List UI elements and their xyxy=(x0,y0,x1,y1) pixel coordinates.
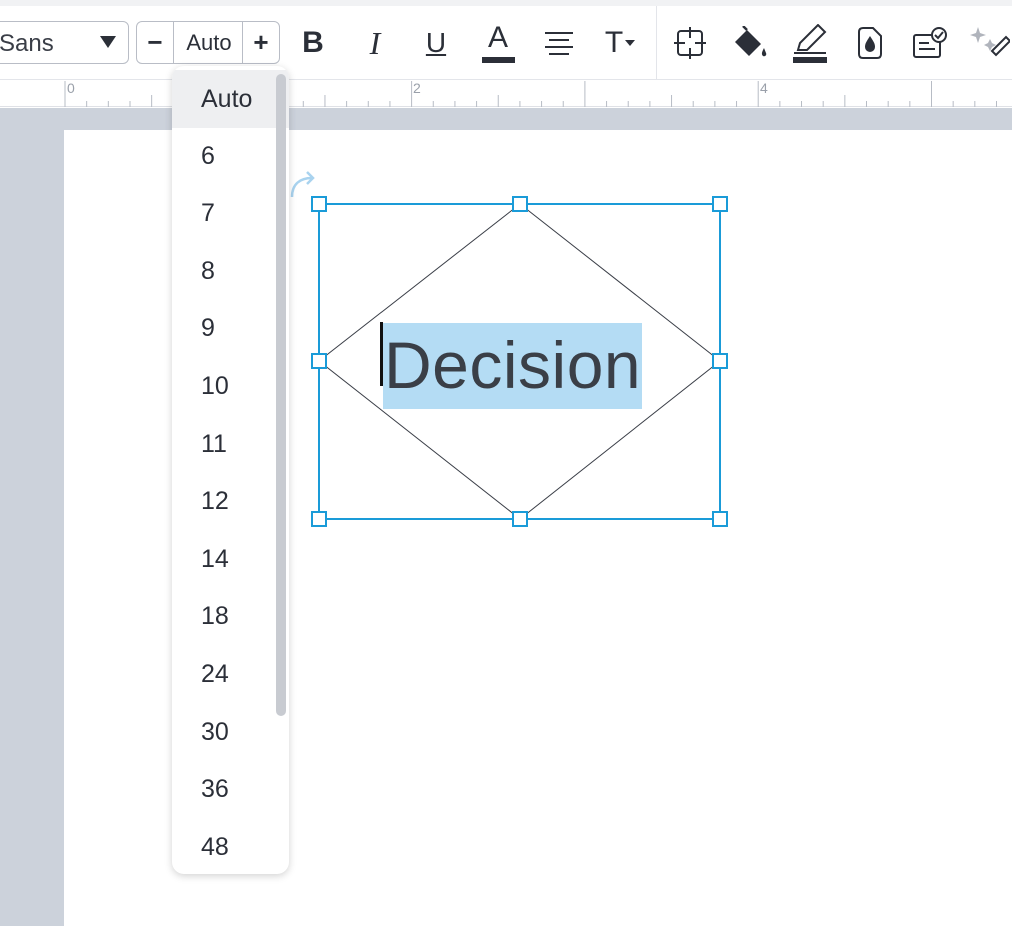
font-size-option[interactable]: 10 xyxy=(172,357,289,415)
font-size-option[interactable]: 6 xyxy=(172,127,289,185)
font-size-option[interactable]: 48 xyxy=(172,818,289,874)
resize-handle-bottom-left[interactable] xyxy=(311,511,327,527)
resize-handle-bottom[interactable] xyxy=(512,511,528,527)
font-size-option[interactable]: 11 xyxy=(172,415,289,473)
font-size-option[interactable]: 9 xyxy=(172,299,289,357)
font-size-option[interactable]: 30 xyxy=(172,703,289,761)
font-size-option-auto[interactable]: Auto xyxy=(172,70,289,128)
text-cursor xyxy=(380,322,383,386)
font-size-option[interactable]: 8 xyxy=(172,242,289,300)
font-size-option[interactable]: 18 xyxy=(172,587,289,645)
font-size-option[interactable]: 36 xyxy=(172,760,289,818)
shape-layer xyxy=(290,171,728,527)
resize-handle-top[interactable] xyxy=(512,196,528,212)
font-size-option[interactable]: 12 xyxy=(172,472,289,530)
rotate-handle-icon[interactable] xyxy=(290,171,315,198)
font-size-option[interactable]: 7 xyxy=(172,184,289,242)
resize-handle-left[interactable] xyxy=(311,353,327,369)
resize-handle-top-right[interactable] xyxy=(712,196,728,212)
font-size-dropdown: Auto 6 7 8 9 10 11 12 14 18 24 30 36 48 xyxy=(172,66,289,874)
resize-handle-top-left[interactable] xyxy=(311,196,327,212)
resize-handle-bottom-right[interactable] xyxy=(712,511,728,527)
dropdown-scrollbar[interactable] xyxy=(276,74,286,716)
font-size-option[interactable]: 24 xyxy=(172,645,289,703)
font-size-option[interactable]: 14 xyxy=(172,530,289,588)
resize-handle-right[interactable] xyxy=(712,353,728,369)
shape-text-selection[interactable]: Decision xyxy=(383,323,643,409)
